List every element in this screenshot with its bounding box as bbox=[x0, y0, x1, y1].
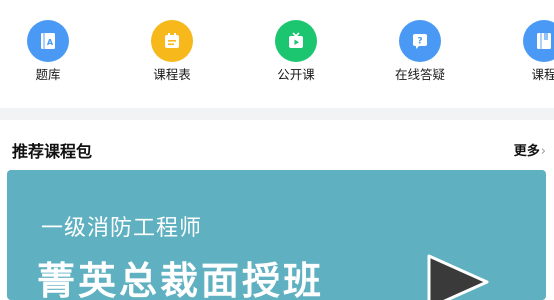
banner-title: 菁英总裁面授班 bbox=[37, 259, 325, 300]
schedule-icon bbox=[151, 20, 193, 62]
nav-item-open-class[interactable]: 公开课 bbox=[248, 20, 344, 83]
course-book-icon bbox=[523, 20, 554, 62]
nav-label-online-qa: 在线答疑 bbox=[394, 67, 445, 82]
section-divider bbox=[0, 108, 554, 120]
recommended-section-header: 推荐课程包 更多› bbox=[0, 130, 554, 166]
nav-label-course: 课程 bbox=[531, 67, 554, 82]
chevron-right-icon: › bbox=[540, 144, 546, 159]
more-link[interactable]: 更多› bbox=[514, 140, 546, 159]
nav-item-schedule[interactable]: 课程表 bbox=[124, 20, 220, 83]
more-link-label: 更多 bbox=[513, 144, 540, 159]
svg-text:?: ? bbox=[417, 37, 422, 47]
open-class-tv-icon bbox=[275, 20, 317, 62]
nav-item-course[interactable]: 课程 bbox=[496, 20, 554, 83]
nav-label-question-bank: 题库 bbox=[35, 67, 61, 82]
svg-text:A: A bbox=[47, 38, 54, 47]
qa-bubble-icon: ? bbox=[399, 20, 441, 62]
section-title: 推荐课程包 bbox=[12, 142, 93, 161]
nav-label-schedule: 课程表 bbox=[153, 67, 191, 82]
quick-nav-bar: A 题库 课程表 公开课 ? 在线答疑 课程 bbox=[0, 0, 554, 108]
course-banner[interactable]: 一级消防工程师 菁英总裁面授班 bbox=[7, 170, 546, 300]
nav-item-online-qa[interactable]: ? 在线答疑 bbox=[372, 20, 468, 83]
banner-subtitle: 一级消防工程师 bbox=[41, 216, 203, 241]
play-icon bbox=[427, 254, 489, 300]
nav-label-open-class: 公开课 bbox=[277, 67, 315, 82]
nav-item-question-bank[interactable]: A 题库 bbox=[0, 20, 96, 83]
question-bank-icon: A bbox=[27, 20, 69, 62]
